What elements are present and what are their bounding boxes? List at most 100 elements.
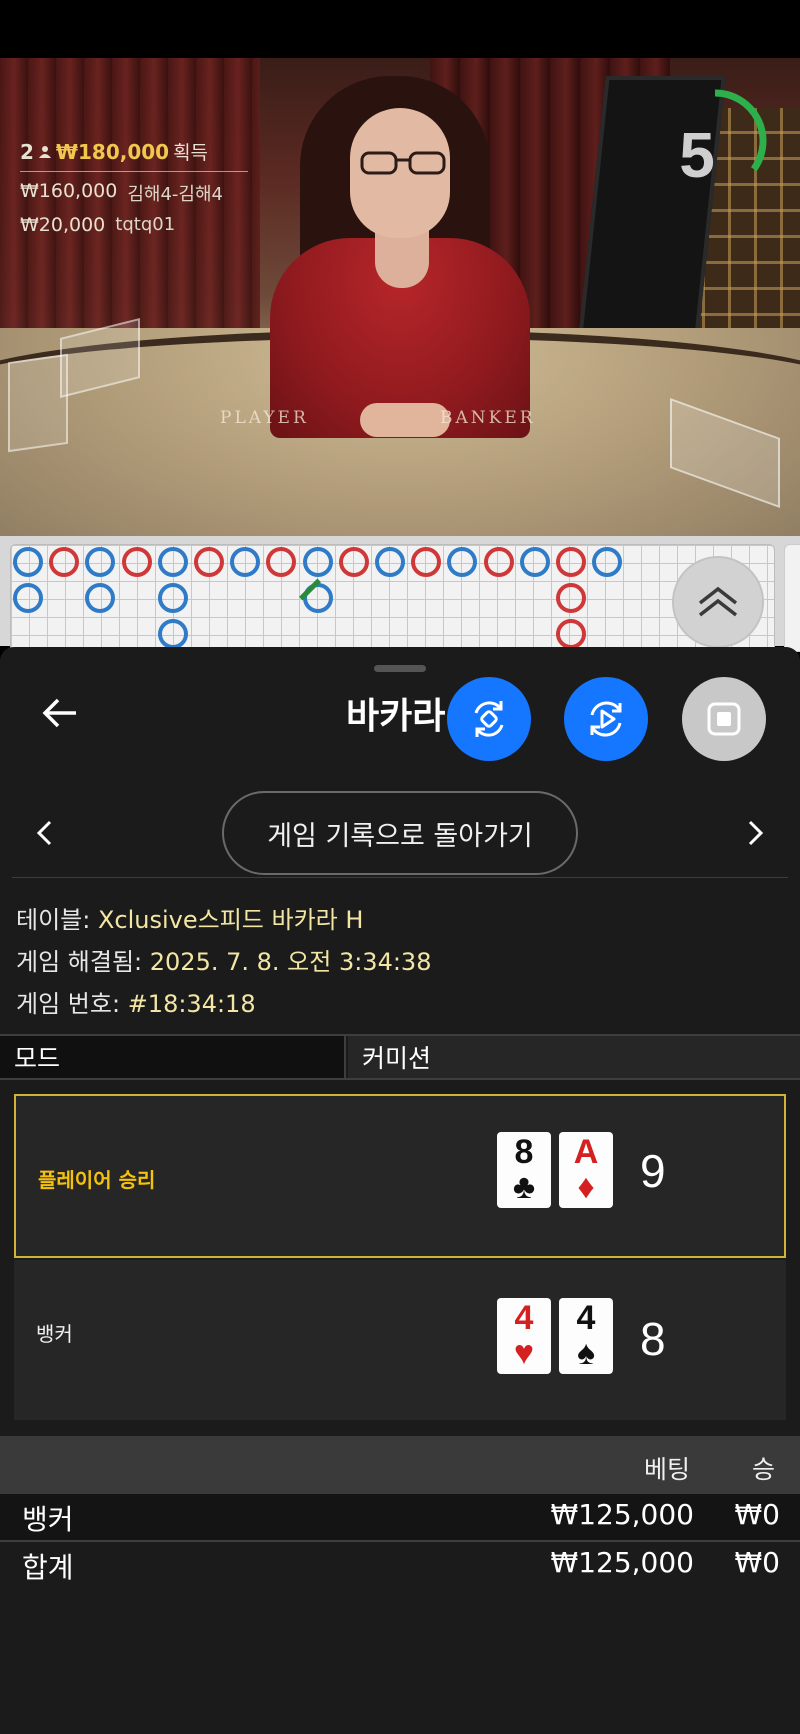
stop-button[interactable] xyxy=(682,677,766,761)
banker-label: 뱅커 xyxy=(36,1322,73,1346)
game-number-label: 게임 번호: xyxy=(16,990,121,1018)
winners-total: ₩180,000 xyxy=(55,139,170,164)
bead-player xyxy=(85,547,116,577)
game-info: 테이블: Xclusive스피드 바카라 H 게임 해결됨: 2025. 7. … xyxy=(16,899,431,1025)
roadmap-secondary xyxy=(784,544,800,652)
card-shoe-left xyxy=(8,353,68,453)
status-bar xyxy=(0,0,800,58)
bet-amount: ₩125,000 xyxy=(550,1498,694,1531)
history-nav: 게임 기록으로 돌아가기 xyxy=(0,783,800,883)
spade-icon: ♠ xyxy=(576,1334,596,1372)
bead-banker xyxy=(266,547,297,577)
table-label-banker: BANKER xyxy=(440,408,536,428)
table-value: Xclusive스피드 바카라 H xyxy=(97,906,364,934)
winners-suffix: 획득 xyxy=(173,142,209,164)
replay-icon xyxy=(590,701,622,737)
back-to-history-button[interactable]: 게임 기록으로 돌아가기 xyxy=(222,791,578,875)
next-game-button[interactable] xyxy=(738,815,774,851)
bead-player xyxy=(230,547,261,577)
bead-banker xyxy=(194,547,224,577)
club-icon: ♣ xyxy=(512,1168,536,1206)
playing-card: 8 ♣ xyxy=(497,1132,551,1208)
winner-name: tqtq01 xyxy=(115,214,176,235)
table-row: 뱅커 ₩125,000 ₩0 xyxy=(0,1494,800,1540)
heart-icon: ♥ xyxy=(513,1334,535,1372)
player-score: 9 xyxy=(640,1145,666,1197)
bead-player xyxy=(447,547,478,577)
bead-banker xyxy=(556,583,586,614)
bead-player xyxy=(85,583,116,614)
banker-hand: 뱅커 4 ♥ 4 ♠ 8 xyxy=(14,1260,786,1420)
divider xyxy=(12,877,788,878)
info-number: 게임 번호: #18:34:18 xyxy=(16,983,431,1025)
bead-player xyxy=(157,619,188,650)
winners-panel: 2 ₩180,000 획득 ₩160,000 김해4-김해4 ₩20,000 t… xyxy=(20,138,248,236)
bead-player xyxy=(375,547,405,577)
bead-player xyxy=(592,547,623,577)
win-amount: ₩0 xyxy=(734,1546,781,1579)
mode-label: 모드 xyxy=(0,1036,346,1078)
winners-count: 2 xyxy=(20,139,34,164)
game-history-sheet: 바카라 게임 기록으로 돌아가기 테이블: Xclusive스피드 바카라 H … xyxy=(0,647,800,1734)
mode-value: 커미션 xyxy=(348,1036,800,1078)
bead-banker xyxy=(338,547,369,577)
bead-banker xyxy=(556,547,586,577)
bead-banker xyxy=(49,547,80,577)
resolved-label: 게임 해결됨: xyxy=(16,948,143,976)
bead-banker xyxy=(556,619,586,650)
bead-player xyxy=(302,547,333,577)
mode-row: 모드 커미션 xyxy=(0,1034,800,1080)
player-result-label: 플레이어 승리 xyxy=(38,1168,156,1192)
roadmap-grid xyxy=(10,544,775,652)
info-resolved: 게임 해결됨: 2025. 7. 8. 오전 3:34:38 xyxy=(16,941,431,983)
bet-column-header: 베팅 xyxy=(644,1455,691,1484)
chevron-left-icon xyxy=(36,820,52,846)
winner-row: ₩160,000 김해4-김해4 xyxy=(20,180,248,206)
table-label: 테이블: xyxy=(16,906,91,934)
table-label-player: PLAYER xyxy=(220,408,309,428)
bet-amount: ₩125,000 xyxy=(550,1546,694,1579)
banker-score: 8 xyxy=(640,1313,666,1365)
double-chevron-up-icon xyxy=(698,586,738,617)
bet-name: 뱅커 xyxy=(22,1503,74,1536)
resolved-value: 2025. 7. 8. 오전 3:34:38 xyxy=(149,948,432,976)
info-table: 테이블: Xclusive스피드 바카라 H xyxy=(16,899,431,941)
swap-video-button[interactable] xyxy=(447,677,531,761)
win-amount: ₩0 xyxy=(734,1498,781,1531)
bead-player xyxy=(13,583,43,614)
table-row: 합계 ₩125,000 ₩0 xyxy=(0,1540,800,1586)
game-number-value: #18:34:18 xyxy=(127,990,256,1018)
bead-banker xyxy=(121,547,152,577)
win-column-header: 승 xyxy=(752,1455,776,1484)
chevron-right-icon xyxy=(748,820,764,846)
person-icon xyxy=(38,145,51,158)
timer-countdown: 5 xyxy=(679,119,715,191)
page-title: 바카라 xyxy=(346,696,446,737)
back-button[interactable] xyxy=(36,689,84,737)
winner-amount: ₩160,000 xyxy=(20,180,118,202)
bead-player xyxy=(519,547,550,577)
bet-name: 합계 xyxy=(22,1551,74,1584)
winner-row: ₩20,000 tqtq01 xyxy=(20,214,248,236)
bead-banker xyxy=(411,547,442,577)
roadmap-expand-button[interactable] xyxy=(672,556,764,648)
prev-game-button[interactable] xyxy=(26,815,62,851)
winners-header: 2 ₩180,000 획득 xyxy=(20,138,248,172)
arrow-left-icon xyxy=(42,698,76,728)
playing-card: A ♦ xyxy=(559,1132,613,1208)
stop-icon xyxy=(707,702,741,736)
bead-player xyxy=(157,583,188,614)
diamond-icon: ♦ xyxy=(577,1168,595,1206)
player-hand: 플레이어 승리 8 ♣ A ♦ 9 xyxy=(14,1094,786,1258)
bets-header: 베팅 승 xyxy=(0,1436,800,1494)
bead-player xyxy=(157,547,188,577)
bead-banker xyxy=(483,547,514,577)
winner-amount: ₩20,000 xyxy=(20,214,106,236)
bead-player xyxy=(13,547,43,577)
sheet-drag-handle[interactable] xyxy=(374,665,426,672)
dealer-hands xyxy=(360,403,450,437)
playing-card: 4 ♥ xyxy=(497,1298,551,1374)
winner-name: 김해4-김해4 xyxy=(127,184,223,205)
playing-card: 4 ♠ xyxy=(559,1298,613,1374)
replay-button[interactable] xyxy=(564,677,648,761)
